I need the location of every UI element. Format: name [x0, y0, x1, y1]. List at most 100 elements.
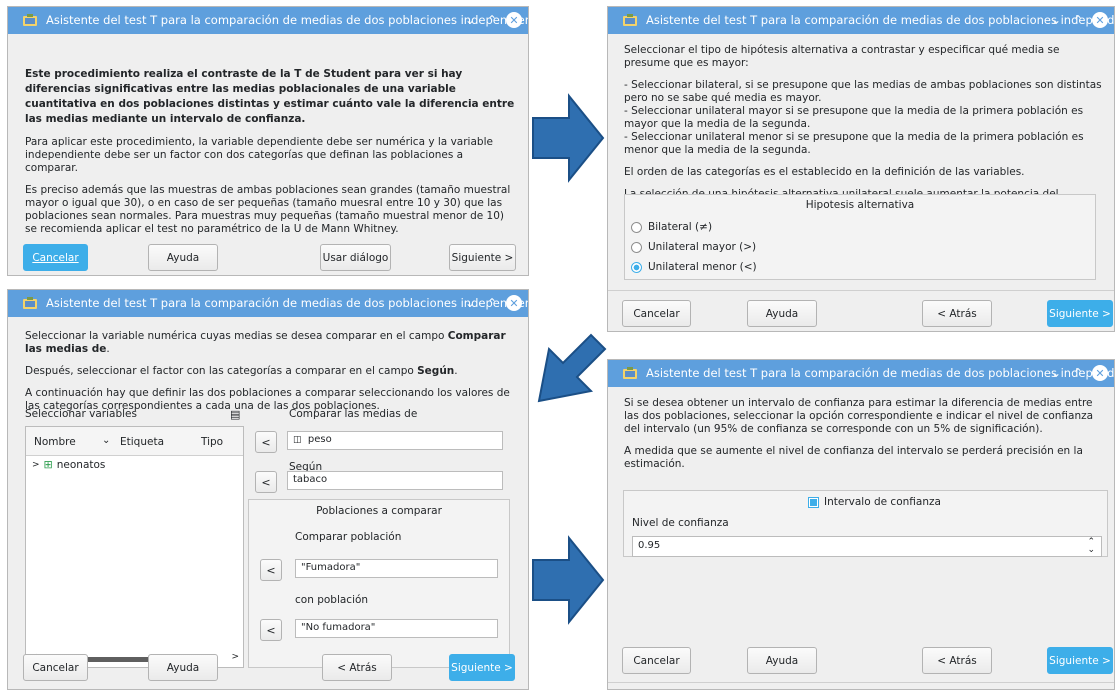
next-button[interactable]: Siguiente >	[449, 244, 516, 271]
intro-text: Este procedimiento realiza el contraste …	[25, 67, 517, 245]
dataset-name: neonatos	[56, 458, 106, 471]
back-button[interactable]: < Atrás	[322, 654, 392, 681]
sample-size-paragraph: Es preciso además que las muestras de am…	[25, 184, 511, 235]
compare-means-label: Comparar las medias de	[289, 408, 418, 420]
close-icon[interactable]: ✕	[506, 12, 522, 28]
maximize-icon[interactable]: ⌃	[484, 295, 500, 311]
confidence-interval-checkbox[interactable]: Intervalo de confianza	[808, 496, 941, 508]
checkbox-label: Intervalo de confianza	[824, 496, 941, 508]
maximize-icon[interactable]: ⌃	[484, 12, 500, 28]
radio-label: Unilateral menor (<)	[648, 261, 757, 273]
cancel-button[interactable]: Cancelar	[23, 244, 88, 271]
maximize-icon[interactable]: ⌃	[1070, 12, 1086, 28]
group-title: Poblaciones a comparar	[316, 505, 442, 517]
window-title: Asistente del test T para la comparación…	[646, 13, 1115, 27]
close-icon[interactable]: ✕	[1092, 365, 1108, 381]
chevron-down-icon[interactable]: ⌄	[102, 435, 110, 446]
move-factor-button[interactable]: <	[255, 471, 277, 493]
down-left-arrow-icon	[537, 333, 607, 403]
variables-dialog: Asistente del test T para la comparación…	[7, 289, 529, 690]
spin-icon[interactable]: ⌃ ⌄	[1087, 538, 1095, 555]
back-button[interactable]: < Atrás	[922, 300, 992, 327]
app-icon	[623, 14, 637, 26]
confidence-dialog: Asistente del test T para la comparación…	[607, 359, 1115, 690]
radio-bilateral[interactable]: Bilateral (≠)	[631, 221, 712, 233]
intro-dialog: Asistente del test T para la comparación…	[7, 6, 529, 276]
list-item[interactable]: > ⊞ neonatos	[32, 458, 105, 471]
title-bar[interactable]: Asistente del test T para la comparación…	[8, 7, 528, 34]
column-name[interactable]: Nombre	[34, 436, 76, 448]
variable-icon: ◫	[293, 435, 302, 445]
radio-unilateral-less[interactable]: Unilateral menor (<)	[631, 261, 757, 273]
radio-indicator[interactable]	[631, 221, 642, 233]
move-variable-button[interactable]: <	[255, 431, 277, 453]
radio-indicator[interactable]	[631, 241, 642, 253]
table-icon: ⊞	[43, 458, 53, 471]
cancel-button[interactable]: Cancelar	[622, 647, 691, 674]
radio-unilateral-greater[interactable]: Unilateral mayor (>)	[631, 241, 756, 253]
list-header: Nombre ⌄ Etiqueta Tipo	[26, 427, 243, 456]
confidence-level-spinbox[interactable]: 0.95 ⌃ ⌄	[632, 536, 1102, 557]
confidence-group: Intervalo de confianza Nivel de confianz…	[623, 490, 1108, 557]
help-button[interactable]: Ayuda	[148, 244, 218, 271]
radio-label: Bilateral (≠)	[648, 221, 713, 233]
back-button[interactable]: < Atrás	[922, 647, 992, 674]
select-factor-instruction: Después, seleccionar el factor con las c…	[25, 365, 458, 377]
column-type[interactable]: Tipo	[201, 436, 223, 448]
title-bar[interactable]: Asistente del test T para la comparación…	[608, 7, 1114, 34]
minimize-icon[interactable]: ⌄	[462, 295, 478, 311]
column-label[interactable]: Etiqueta	[120, 436, 164, 448]
scroll-right-icon[interactable]: >	[231, 652, 239, 662]
second-population-field[interactable]: "No fumadora"	[295, 619, 498, 638]
close-icon[interactable]: ✕	[1092, 12, 1108, 28]
variables-list[interactable]: Nombre ⌄ Etiqueta Tipo > ⊞ neonatos < >	[25, 426, 244, 668]
cancel-button[interactable]: Cancelar	[23, 654, 88, 681]
minimize-icon[interactable]: ⌄	[1048, 365, 1064, 381]
compare-means-field[interactable]: ◫ peso	[287, 431, 503, 450]
greater-desc: - Seleccionar unilateral mayor si se pre…	[624, 105, 1084, 130]
title-bar[interactable]: Asistente del test T para la comparación…	[8, 290, 528, 317]
variables-list-icon[interactable]: ▤	[230, 408, 240, 421]
minimize-icon[interactable]: ⌄	[1048, 12, 1064, 28]
according-field[interactable]: tabaco	[287, 471, 503, 490]
group-title: Hipotesis alternativa	[805, 199, 915, 211]
close-icon[interactable]: ✕	[506, 295, 522, 311]
button-separator	[608, 290, 1114, 291]
window-title: Asistente del test T para la comparación…	[646, 366, 1115, 380]
move-second-population-button[interactable]: <	[260, 619, 282, 641]
radio-label: Unilateral mayor (>)	[648, 241, 757, 253]
help-button[interactable]: Ayuda	[747, 300, 817, 327]
compare-population-label: Comparar población	[295, 531, 402, 543]
move-first-population-button[interactable]: <	[260, 559, 282, 581]
maximize-icon[interactable]: ⌃	[1070, 365, 1086, 381]
checkbox-indicator[interactable]	[808, 496, 819, 508]
radio-indicator-selected[interactable]	[631, 261, 642, 273]
confidence-level-label: Nivel de confianza	[632, 517, 729, 529]
use-dialog-button[interactable]: Usar diálogo	[320, 244, 391, 271]
minimize-icon[interactable]: ⌄	[462, 12, 478, 28]
category-order-note: El orden de las categorías es el estable…	[624, 166, 1025, 178]
requirements-paragraph: Para aplicar este procedimiento, la vari…	[25, 136, 493, 174]
cancel-button[interactable]: Cancelar	[622, 300, 691, 327]
select-variable-instruction: Seleccionar la variable numérica cuyas m…	[25, 330, 506, 355]
precision-note: A medida que se aumente el nivel de conf…	[624, 445, 1083, 470]
next-button[interactable]: Siguiente >	[1047, 300, 1113, 327]
expand-icon[interactable]: >	[32, 460, 40, 470]
next-button[interactable]: Siguiente >	[1047, 647, 1113, 674]
help-button[interactable]: Ayuda	[148, 654, 218, 681]
select-variables-label: Seleccionar variables	[25, 408, 137, 420]
app-icon	[23, 297, 37, 309]
intro-bold-paragraph: Este procedimiento realiza el contraste …	[25, 68, 515, 125]
help-button[interactable]: Ayuda	[747, 647, 817, 674]
confidence-intro: Si se desea obtener un intervalo de conf…	[624, 397, 1094, 435]
less-desc: - Seleccionar unilateral menor si se pre…	[624, 131, 1084, 156]
confidence-text: Si se desea obtener un intervalo de conf…	[624, 397, 1108, 480]
window-title: Asistente del test T para la comparación…	[46, 296, 529, 310]
with-population-label: con población	[295, 594, 369, 606]
first-population-field[interactable]: "Fumadora"	[295, 559, 498, 578]
hypothesis-dialog: Asistente del test T para la comparación…	[607, 6, 1115, 332]
bilateral-desc: - Seleccionar bilateral, si se presupone…	[624, 79, 1102, 104]
title-bar[interactable]: Asistente del test T para la comparación…	[608, 360, 1114, 387]
right-arrow-icon	[532, 93, 605, 183]
next-button[interactable]: Siguiente >	[449, 654, 515, 681]
